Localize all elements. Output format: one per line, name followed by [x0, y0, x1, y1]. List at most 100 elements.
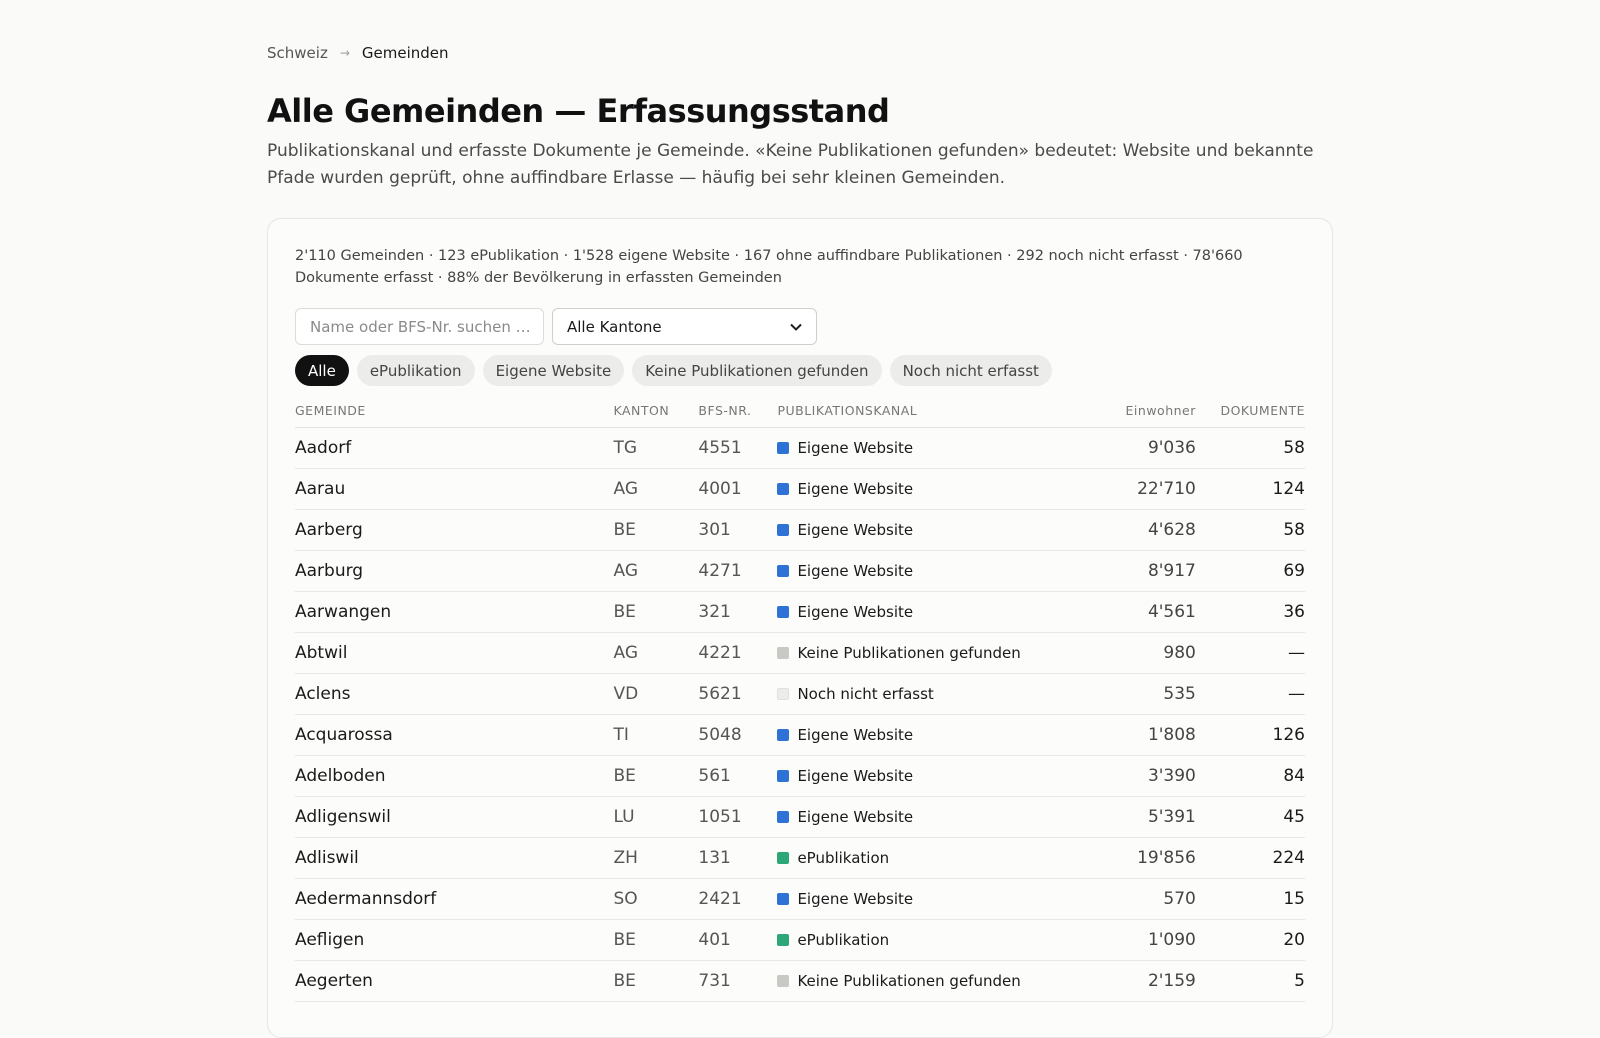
table-row[interactable]: Adliswil ZH 131 ePublikation 19'856 224	[295, 837, 1305, 879]
gemeinde-name: Aclens	[295, 673, 614, 715]
bfs-nr: 1051	[698, 796, 778, 838]
kanton-code: BE	[613, 509, 699, 551]
einwohner-count: 9'036	[1020, 427, 1196, 469]
einwohner-count: 4'628	[1020, 509, 1196, 551]
table-row[interactable]: Abtwil AG 4221 Keine Publikationen gefunden…	[295, 632, 1305, 674]
table-row[interactable]: Adligenswil LU 1051 Eigene Website 5'391 45	[295, 796, 1305, 838]
dokumente-count: —	[1195, 673, 1305, 715]
bfs-nr: 4221	[698, 632, 778, 674]
arrow-right-icon: →	[339, 46, 350, 60]
bfs-nr: 4551	[698, 427, 778, 469]
header-einwohner[interactable]: Einwohner	[1020, 395, 1196, 428]
header-kanton[interactable]: KANTON	[613, 395, 699, 428]
publikationskanal-cell: Eigene Website	[777, 427, 1021, 469]
einwohner-count: 19'856	[1020, 837, 1196, 879]
dokumente-count: 58	[1195, 427, 1305, 469]
einwohner-count: 1'090	[1020, 919, 1196, 961]
table-row[interactable]: Aadorf TG 4551 Eigene Website 9'036 58	[295, 427, 1305, 469]
gemeinde-name: Aarberg	[295, 509, 614, 551]
kanton-select[interactable]: Alle Kantone	[552, 308, 817, 345]
table-row[interactable]: Aarberg BE 301 Eigene Website 4'628 58	[295, 509, 1305, 551]
bfs-nr: 561	[698, 755, 778, 797]
gemeinden-table: GEMEINDE KANTON BFS-NR. PUBLIKATIONSKANA…	[295, 395, 1305, 1002]
kanton-code: AG	[613, 550, 699, 592]
publikationskanal-cell: ePublikation	[777, 837, 1021, 879]
gemeinde-name: Adligenswil	[295, 796, 614, 838]
kanton-code: VD	[613, 673, 699, 715]
filter-chip[interactable]: Noch nicht erfasst	[889, 355, 1052, 386]
einwohner-count: 535	[1020, 673, 1196, 715]
publikationskanal-cell: Eigene Website	[777, 509, 1021, 551]
dokumente-count: 224	[1195, 837, 1305, 879]
publikationskanal-cell: Eigene Website	[777, 796, 1021, 838]
dokumente-count: 36	[1195, 591, 1305, 633]
channel-color-swatch	[777, 687, 790, 700]
gemeinde-name: Aedermannsdorf	[295, 878, 614, 920]
filter-chip[interactable]: Alle	[295, 355, 349, 386]
table-row[interactable]: Aarau AG 4001 Eigene Website 22'710 124	[295, 468, 1305, 510]
page-title: Alle Gemeinden — Erfassungsstand	[267, 92, 890, 130]
channel-color-swatch	[777, 851, 790, 864]
breadcrumb-link-schweiz[interactable]: Schweiz	[267, 44, 328, 62]
bfs-nr: 731	[698, 960, 778, 1002]
table-row[interactable]: Aarwangen BE 321 Eigene Website 4'561 36	[295, 591, 1305, 633]
bfs-nr: 5048	[698, 714, 778, 756]
einwohner-count: 8'917	[1020, 550, 1196, 592]
table-body: Aadorf TG 4551 Eigene Website 9'036 58 Aarau AG…	[295, 427, 1305, 1002]
channel-color-swatch	[777, 564, 790, 577]
channel-filter-chips: Alle ePublikation Eigene Website Keine Publ…	[295, 355, 1052, 386]
channel-label: Eigene Website	[797, 725, 914, 744]
header-dokumente[interactable]: DOKUMENTE	[1195, 395, 1305, 428]
dokumente-count: 5	[1195, 960, 1305, 1002]
table-row[interactable]: Aegerten BE 731 Keine Publikationen gefunde…	[295, 960, 1305, 1002]
publikationskanal-cell: Eigene Website	[777, 550, 1021, 592]
header-gemeinde[interactable]: GEMEINDE	[295, 395, 614, 428]
bfs-nr: 321	[698, 591, 778, 633]
einwohner-count: 570	[1020, 878, 1196, 920]
gemeinde-name: Aarau	[295, 468, 614, 510]
table-row[interactable]: Aarburg AG 4271 Eigene Website 8'917 69	[295, 550, 1305, 592]
header-publikationskanal[interactable]: PUBLIKATIONSKANAL	[777, 395, 1021, 428]
gemeinde-name: Aarburg	[295, 550, 614, 592]
einwohner-count: 980	[1020, 632, 1196, 674]
dokumente-count: 84	[1195, 755, 1305, 797]
publikationskanal-cell: Eigene Website	[777, 468, 1021, 510]
filter-chip[interactable]: ePublikation	[356, 355, 475, 386]
einwohner-count: 22'710	[1020, 468, 1196, 510]
breadcrumb: Schweiz → Gemeinden	[267, 44, 449, 62]
kanton-code: SO	[613, 878, 699, 920]
filter-chip[interactable]: Keine Publikationen gefunden	[632, 355, 882, 386]
kanton-code: ZH	[613, 837, 699, 879]
table-row[interactable]: Aedermannsdorf SO 2421 Eigene Website 570 15	[295, 878, 1305, 920]
bfs-nr: 5621	[698, 673, 778, 715]
channel-label: Keine Publikationen gefunden	[797, 971, 1021, 990]
einwohner-count: 3'390	[1020, 755, 1196, 797]
table-row[interactable]: Acquarossa TI 5048 Eigene Website 1'808 126	[295, 714, 1305, 756]
search-input[interactable]	[295, 308, 544, 345]
kanton-code: LU	[613, 796, 699, 838]
dokumente-count: 69	[1195, 550, 1305, 592]
channel-color-swatch	[777, 523, 790, 536]
table-row[interactable]: Adelboden BE 561 Eigene Website 3'390 84	[295, 755, 1305, 797]
kanton-code: BE	[613, 919, 699, 961]
gemeinde-name: Aegerten	[295, 960, 614, 1002]
publikationskanal-cell: ePublikation	[777, 919, 1021, 961]
chevron-down-icon	[790, 320, 802, 334]
summary-stats: 2'110 Gemeinden · 123 ePublikation · 1'5…	[295, 248, 1243, 286]
filter-chip[interactable]: Eigene Website	[482, 355, 625, 386]
publikationskanal-cell: Keine Publikationen gefunden	[777, 960, 1021, 1002]
kanton-code: TI	[613, 714, 699, 756]
gemeinde-name: Adelboden	[295, 755, 614, 797]
table-row[interactable]: Aclens VD 5621 Noch nicht erfasst 535—	[295, 673, 1305, 715]
bfs-nr: 2421	[698, 878, 778, 920]
dokumente-count: 58	[1195, 509, 1305, 551]
publikationskanal-cell: Eigene Website	[777, 878, 1021, 920]
dokumente-count: —	[1195, 632, 1305, 674]
gemeinde-name: Aarwangen	[295, 591, 614, 633]
channel-label: Keine Publikationen gefunden	[797, 643, 1021, 662]
gemeinde-name: Aadorf	[295, 427, 614, 469]
gemeinde-name: Abtwil	[295, 632, 614, 674]
table-row[interactable]: Aefligen BE 401 ePublikation 1'090 20	[295, 919, 1305, 961]
channel-label: Noch nicht erfasst	[797, 684, 934, 703]
header-bfs-nr[interactable]: BFS-NR.	[698, 395, 778, 428]
